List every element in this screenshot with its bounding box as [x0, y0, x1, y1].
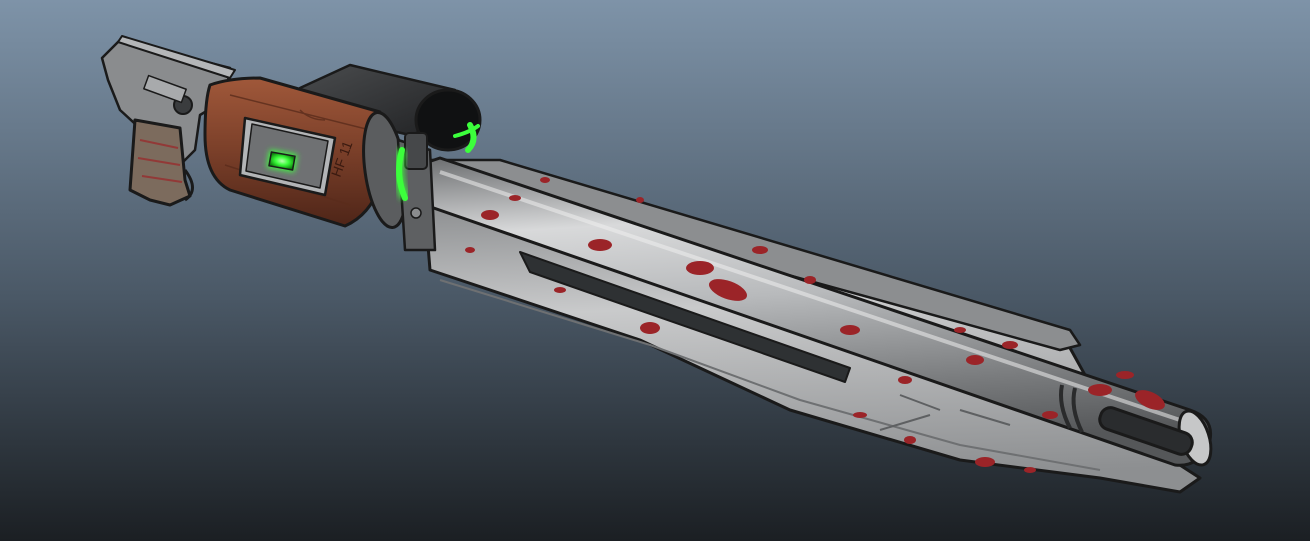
3d-viewport[interactable]: HF 11 [0, 0, 1310, 541]
viewport-canvas: HF 11 [0, 0, 1310, 541]
collar-clamp [404, 132, 428, 170]
collar-screw [410, 207, 422, 219]
